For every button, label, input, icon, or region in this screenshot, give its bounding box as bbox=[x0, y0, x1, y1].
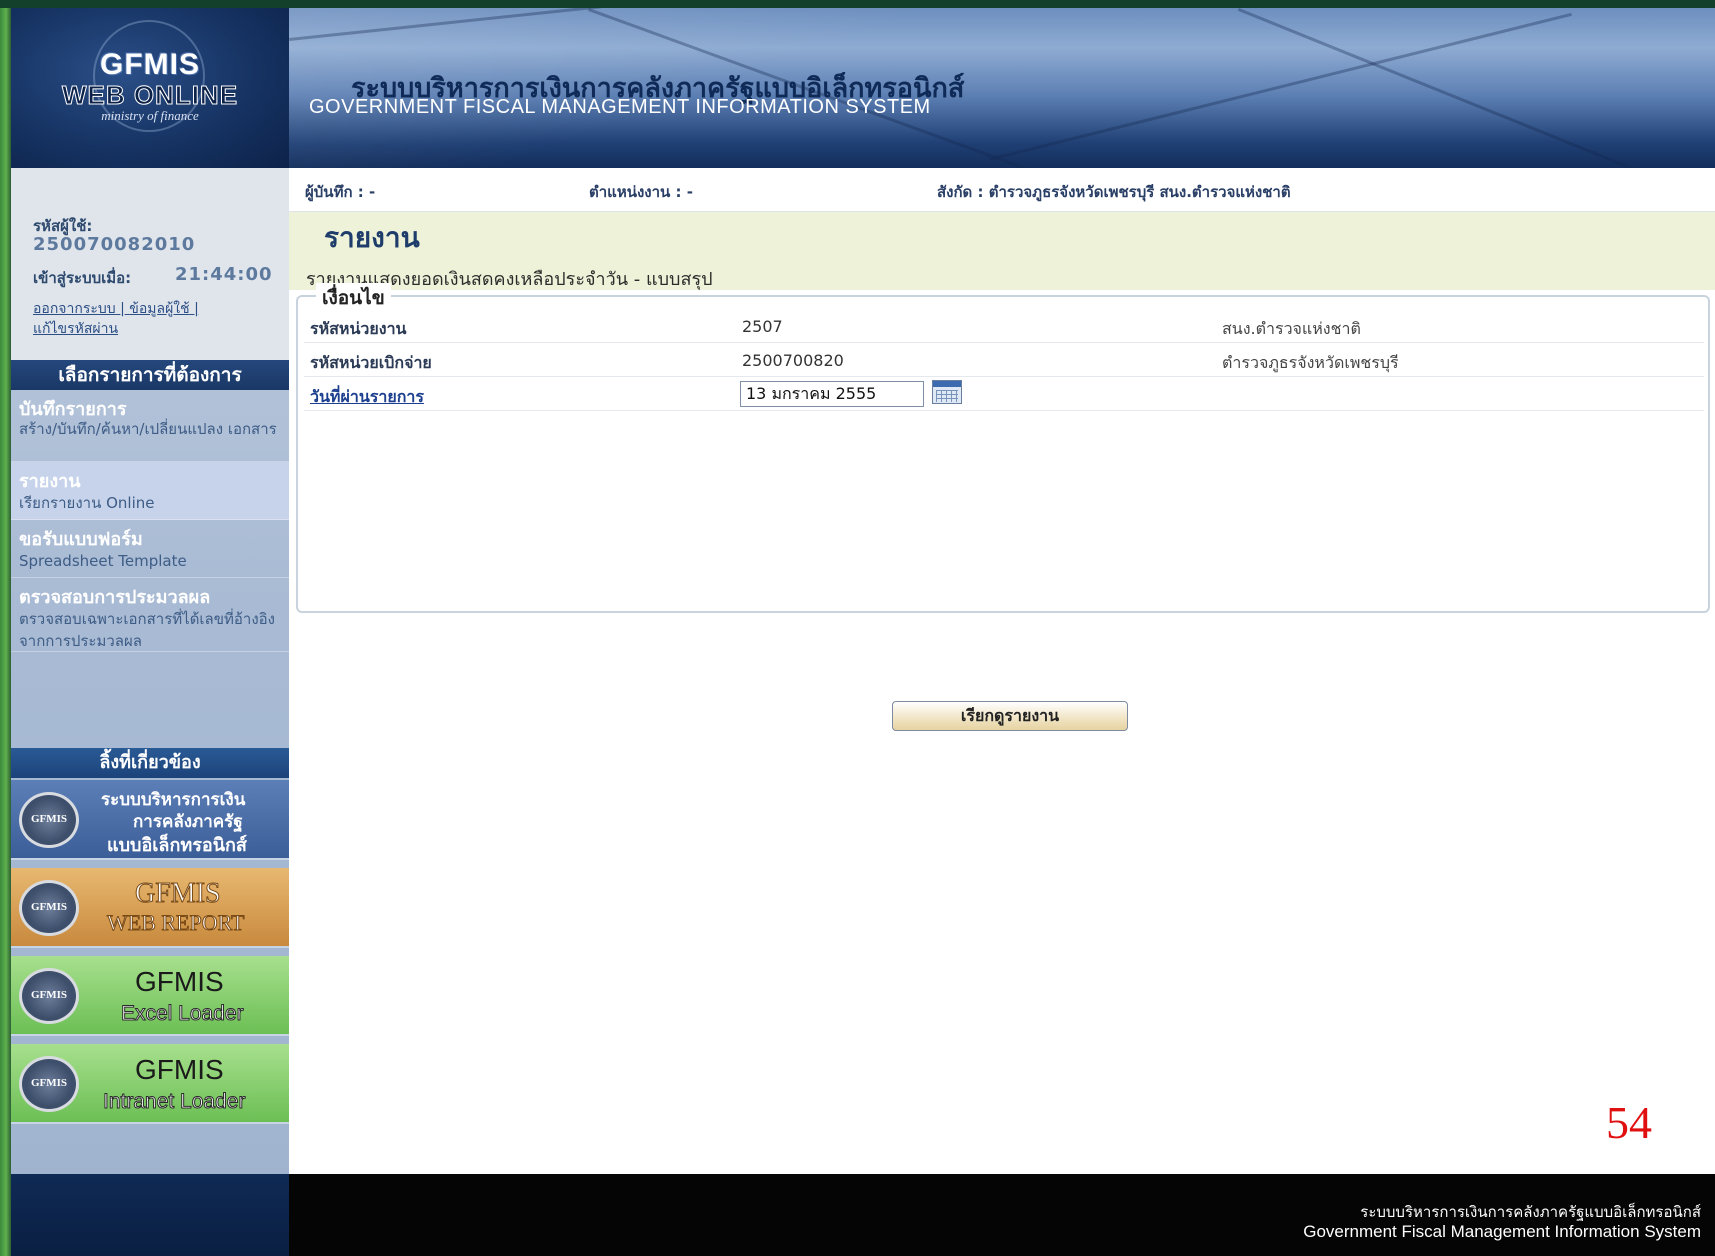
link-line: WEB REPORT bbox=[106, 910, 245, 936]
link-gfmis-web-report[interactable]: GFMIS GFMIS WEB REPORT bbox=[11, 868, 289, 948]
login-time-label: เข้าสู่ระบบเมื่อ: bbox=[33, 269, 132, 287]
login-time-value: 21:44:00 bbox=[175, 264, 273, 285]
related-links-heading: ลิ้งที่เกี่ยวข้อง bbox=[11, 748, 289, 778]
conditions-panel: เงื่อนไข รหัสหน่วยงาน 2507 สนง.ตำรวจแห่ง… bbox=[296, 283, 1710, 731]
menu-item-subtitle: เรียกรายงาน Online bbox=[19, 494, 155, 512]
sidebar-footer bbox=[11, 1174, 289, 1256]
condition-row-posting-date: วันที่ผ่านรายการ bbox=[304, 377, 1704, 411]
menu-item-subtitle: สร้าง/บันทึก/ค้นหา/เปลี่ยนแปลง เอกสาร bbox=[19, 420, 277, 438]
user-info-bar: ผู้บันทึก : - ตำแหน่งงาน : - สังกัด : ตำ… bbox=[289, 168, 1715, 212]
banner-beam bbox=[989, 12, 1572, 161]
disbursing-unit-value: 2500700820 bbox=[742, 351, 844, 370]
menu-item-processing-check[interactable]: ตรวจสอบการประมวลผล ตรวจสอบเฉพาะเอกสารที่… bbox=[11, 578, 289, 652]
affiliation-info: สังกัด : ตำรวจภูธรจังหวัดเพชรบุรี สนง.ตำ… bbox=[937, 183, 1291, 201]
page-title: รายงาน bbox=[324, 221, 420, 254]
menu-item-title: รายงาน bbox=[19, 471, 81, 492]
footer-system-name-english: Government Fiscal Management Information… bbox=[1303, 1222, 1701, 1241]
link-gfmis-thai[interactable]: GFMIS ระบบบริหารการเงิน การคลังภาครัฐ แบ… bbox=[11, 780, 289, 860]
link-line: Excel Loader bbox=[121, 1002, 245, 1026]
posting-date-input[interactable] bbox=[740, 381, 924, 407]
disbursing-unit-label: รหัสหน่วยเบิกจ่าย bbox=[310, 353, 432, 372]
user-links: ออกจากระบบ | ข้อมูลผู้ใช้ | bbox=[33, 298, 199, 320]
banner-beam bbox=[289, 8, 1185, 41]
link-gfmis-excel-loader[interactable]: GFMIS GFMIS Excel Loader bbox=[11, 956, 289, 1036]
calendar-icon-header bbox=[933, 381, 961, 387]
slide-top-bar bbox=[0, 0, 1715, 8]
logout-link[interactable]: ออกจากระบบ bbox=[33, 301, 116, 317]
link-line: GFMIS bbox=[135, 1054, 224, 1085]
agency-code-label: รหัสหน่วยงาน bbox=[310, 319, 407, 338]
calendar-icon-grid bbox=[936, 390, 958, 402]
menu-item-report[interactable]: รายงาน เรียกรายงาน Online bbox=[11, 462, 289, 520]
logo-ministry: ministry of finance bbox=[101, 108, 199, 123]
view-report-button[interactable]: เรียกดูรายงาน bbox=[892, 701, 1128, 731]
header-banner: ระบบบริหารการเงินการคลังภาครัฐแบบอิเล็กท… bbox=[289, 8, 1715, 168]
gfmis-seal-icon: GFMIS bbox=[19, 880, 79, 936]
link-line: Intranet Loader bbox=[102, 1090, 246, 1114]
position-info: ตำแหน่งงาน : - bbox=[589, 183, 693, 201]
gfmis-logo[interactable]: GFMIS WEB ONLINE ministry of finance bbox=[11, 8, 289, 168]
main-content: ผู้บันทึก : - ตำแหน่งงาน : - สังกัด : ตำ… bbox=[289, 168, 1715, 1174]
agency-code-value: 2507 bbox=[742, 317, 783, 336]
condition-row-empty bbox=[304, 411, 1704, 445]
page-footer: ระบบบริหารการเงินการคลังภาครัฐแบบอิเล็กท… bbox=[289, 1174, 1715, 1256]
disbursing-unit-name: ตำรวจภูธรจังหวัดเพชรบุรี bbox=[1222, 353, 1399, 372]
slide-page-number: 54 bbox=[1606, 1097, 1652, 1148]
menu-item-subtitle: Spreadsheet Template bbox=[19, 552, 187, 570]
condition-row-disbursing-unit: รหัสหน่วยเบิกจ่าย 2500700820 ตำรวจภูธรจั… bbox=[304, 343, 1704, 377]
change-password-link[interactable]: แก้ไขรหัสผ่าน bbox=[33, 318, 118, 340]
user-info-panel: รหัสผู้ใช้: 25007008201​0 เข้าสู่ระบบเมื… bbox=[11, 168, 289, 360]
gfmis-seal-icon: GFMIS bbox=[19, 792, 79, 848]
footer-system-name-thai: ระบบบริหารการเงินการคลังภาครัฐแบบอิเล็กท… bbox=[1360, 1203, 1701, 1221]
gfmis-seal-icon: GFMIS bbox=[19, 968, 79, 1024]
left-sidebar: รหัสผู้ใช้: 25007008201​0 เข้าสู่ระบบเมื… bbox=[11, 168, 289, 1256]
menu-item-record[interactable]: บันทึกรายการ สร้าง/บันทึก/ค้นหา/เปลี่ยนแ… bbox=[11, 390, 289, 462]
report-header: รายงาน รายงานแสดงยอดเงินสดคงเหลือประจำวั… bbox=[289, 212, 1715, 290]
gfmis-seal-icon: GFMIS bbox=[19, 1056, 79, 1112]
link-gfmis-intranet-loader[interactable]: GFMIS GFMIS Intranet Loader bbox=[11, 1044, 289, 1124]
link-line: GFMIS bbox=[135, 966, 224, 997]
menu-item-subtitle: ตรวจสอบเฉพาะเอกสารที่ได้เลขที่อ้างอิงจาก… bbox=[19, 610, 275, 650]
link-separator: | bbox=[120, 301, 125, 317]
link-line: แบบอิเล็กทรอนิกส์ bbox=[107, 835, 247, 856]
link-line: GFMIS bbox=[135, 878, 222, 910]
menu-heading: เลือกรายการที่ต้องการ bbox=[11, 360, 289, 390]
posting-date-link[interactable]: วันที่ผ่านรายการ bbox=[310, 385, 424, 410]
logo-subtitle: WEB ONLINE bbox=[61, 80, 239, 111]
menu-item-title: ตรวจสอบการประมวลผล bbox=[19, 587, 211, 608]
system-name-english: GOVERNMENT FISCAL MANAGEMENT INFORMATION… bbox=[309, 96, 931, 118]
menu-item-title: ขอรับแบบฟอร์ม bbox=[19, 529, 143, 550]
condition-row-agency: รหัสหน่วยงาน 2507 สนง.ตำรวจแห่งชาติ bbox=[304, 309, 1704, 343]
banner-beam bbox=[1237, 8, 1657, 168]
recorder-info: ผู้บันทึก : - bbox=[305, 183, 376, 201]
user-id-value: 25007008201​0 bbox=[33, 234, 196, 255]
logo-title: GFMIS bbox=[100, 48, 200, 81]
menu-item-forms[interactable]: ขอรับแบบฟอร์ม Spreadsheet Template bbox=[11, 520, 289, 578]
agency-name: สนง.ตำรวจแห่งชาติ bbox=[1222, 319, 1361, 338]
user-info-link[interactable]: ข้อมูลผู้ใช้ bbox=[129, 301, 189, 317]
link-separator: | bbox=[194, 301, 199, 317]
calendar-icon[interactable] bbox=[932, 380, 962, 404]
